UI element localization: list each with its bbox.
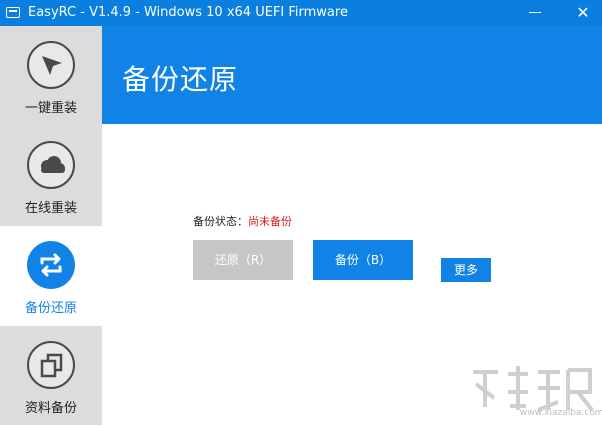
- sidebar-item-one-click-reinstall[interactable]: 一键重装: [0, 26, 102, 126]
- backup-status-value: 尚未备份: [248, 215, 292, 228]
- watermark-site: www.xiazaiba.com: [520, 408, 602, 418]
- backup-status-label: 备份状态：: [193, 215, 248, 228]
- sidebar-item-label: 资料备份: [24, 401, 77, 416]
- app-icon: [6, 7, 20, 18]
- sidebar-item-label: 备份还原: [24, 301, 77, 316]
- restore-button[interactable]: 还原（R）: [193, 240, 293, 280]
- close-button[interactable]: ✕: [568, 0, 598, 26]
- content-header: 备份还原: [102, 26, 602, 124]
- sidebar-item-online-reinstall[interactable]: 在线重装: [0, 126, 102, 226]
- more-button[interactable]: 更多: [441, 258, 491, 282]
- page-title: 备份还原: [122, 63, 239, 96]
- sidebar-item-label: 一键重装: [24, 101, 77, 116]
- cloud-icon: [27, 141, 75, 189]
- backup-status: 备份状态：尚未备份: [193, 213, 292, 229]
- copy-icon: [27, 341, 75, 389]
- sidebar: 一键重装 在线重装 备份还原 资料备份: [0, 26, 102, 425]
- title-bar[interactable]: EasyRC - V1.4.9 - Windows 10 x64 UEFI Fi…: [0, 0, 602, 26]
- sidebar-item-data-backup[interactable]: 资料备份: [0, 326, 102, 426]
- sync-arrows-icon: [27, 241, 75, 289]
- sidebar-item-label: 在线重装: [24, 201, 77, 216]
- sidebar-item-backup-restore[interactable]: 备份还原: [0, 226, 102, 326]
- minimize-icon: [529, 12, 541, 13]
- backup-button[interactable]: 备份（B）: [313, 240, 413, 280]
- cursor-arrow-icon: [27, 41, 75, 89]
- minimize-button[interactable]: [520, 0, 550, 26]
- window-title: EasyRC - V1.4.9 - Windows 10 x64 UEFI Fi…: [28, 5, 348, 20]
